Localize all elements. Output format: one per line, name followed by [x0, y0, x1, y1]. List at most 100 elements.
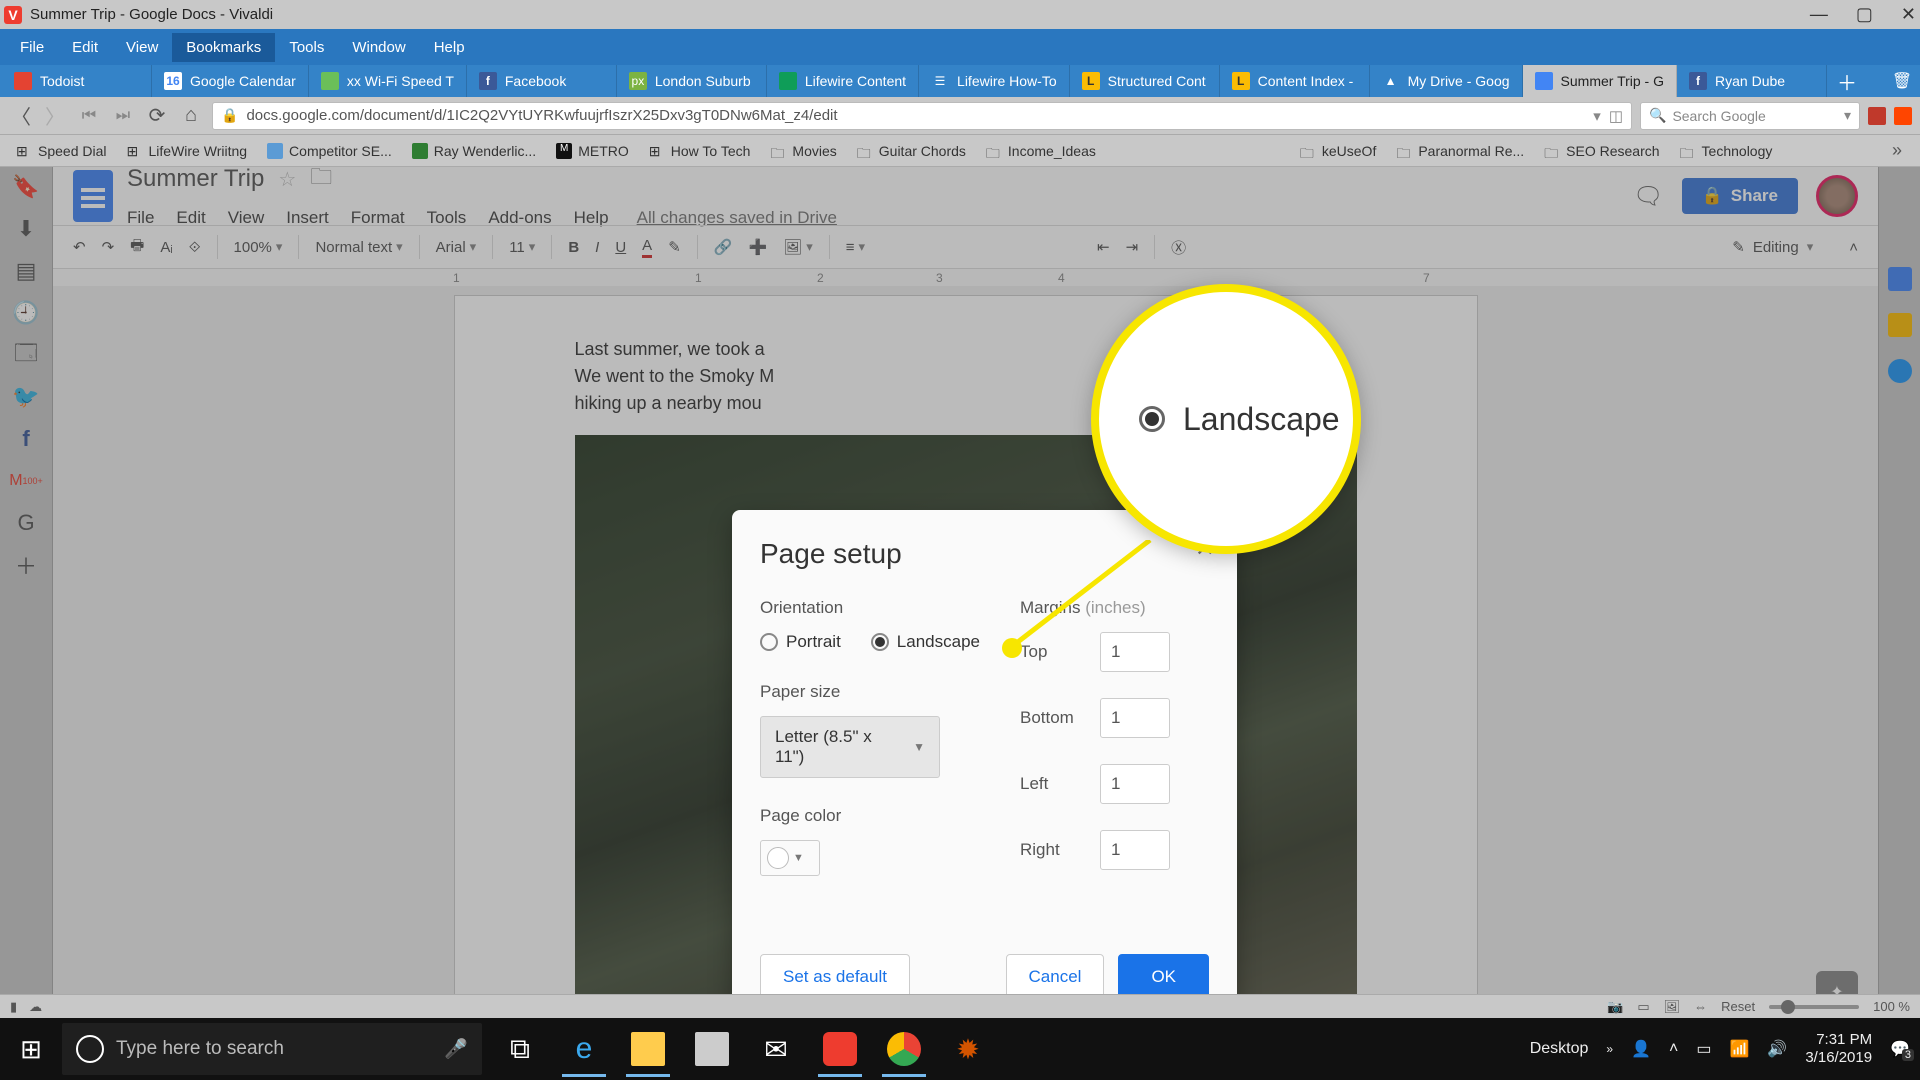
folder-icon: 🗀	[1396, 143, 1412, 159]
fast-forward-button[interactable]: ⏭	[110, 103, 136, 129]
tab-lifewire-howto[interactable]: ☰Lifewire How-To	[919, 65, 1070, 97]
bookmark-item[interactable]: Ray Wenderlic...	[404, 143, 544, 159]
vivaldi-icon: V	[4, 6, 22, 24]
new-tab-button[interactable]: ＋	[1831, 65, 1863, 97]
search-placeholder: Type here to search	[116, 1038, 284, 1060]
menu-bookmarks[interactable]: Bookmarks	[172, 33, 275, 62]
people-icon[interactable]: 👤	[1631, 1039, 1651, 1059]
battery-icon[interactable]: ▭	[1696, 1039, 1711, 1059]
tab-strip: Todoist 16Google Calendar xx Wi-Fi Speed…	[0, 65, 1920, 97]
tab-contentindex[interactable]: LContent Index -	[1220, 65, 1370, 97]
reset-zoom[interactable]: Reset	[1721, 999, 1755, 1014]
bookmark-item[interactable]: Competitor SE...	[259, 143, 400, 159]
explorer-taskbar-icon[interactable]	[620, 1021, 676, 1077]
tray-chevron-icon[interactable]: ˄	[1669, 1040, 1678, 1058]
bookmark-item[interactable]: ⊞LifeWire Wriitng	[119, 143, 256, 159]
forward-button[interactable]: 〉	[42, 103, 68, 129]
app-taskbar-icon[interactable]: ✹	[940, 1021, 996, 1077]
margin-left-input[interactable]	[1100, 764, 1170, 804]
menu-window[interactable]: Window	[338, 33, 419, 62]
tab-london[interactable]: pxLondon Suburb	[617, 65, 767, 97]
bookmark-item[interactable]: ⊞How To Tech	[641, 143, 759, 159]
tray-overflow-icon[interactable]: »	[1606, 1042, 1613, 1056]
close-window-button[interactable]: ✕	[1901, 4, 1916, 25]
papersize-select[interactable]: Letter (8.5" x 11")▼	[760, 716, 940, 778]
margin-top-input[interactable]	[1100, 632, 1170, 672]
tab-ryandube[interactable]: fRyan Dube	[1677, 65, 1827, 97]
search-field[interactable]: 🔍 Search Google ▾	[1640, 102, 1860, 130]
bookmark-item[interactable]: 🗀Guitar Chords	[849, 143, 974, 159]
chrome-taskbar-icon[interactable]	[876, 1021, 932, 1077]
bookmark-item[interactable]: ⊞Speed Dial	[8, 143, 115, 159]
bookmark-item[interactable]: 🗀Movies	[762, 143, 844, 159]
bookmark-item[interactable]: MMETRO	[548, 143, 637, 159]
mail-taskbar-icon[interactable]: ✉	[748, 1021, 804, 1077]
windows-search[interactable]: Type here to search 🎤	[62, 1023, 482, 1075]
site-icon: L	[1232, 72, 1250, 90]
home-button[interactable]: ⌂	[178, 103, 204, 129]
bookmark-item[interactable]: 🗀Technology	[1672, 143, 1781, 159]
action-center-icon[interactable]: 💬3	[1890, 1039, 1910, 1059]
volume-icon[interactable]: 🔊	[1767, 1039, 1787, 1059]
sync-icon[interactable]: ☁	[29, 999, 42, 1015]
tiling-icon[interactable]: ▭	[1637, 999, 1649, 1015]
bookmark-item[interactable]: 🗀keUseOf	[1292, 143, 1384, 159]
panel-toggle-icon[interactable]: ▮	[10, 999, 17, 1015]
capture-icon[interactable]: 📷	[1607, 999, 1623, 1015]
tab-lifewire-content[interactable]: Lifewire Content	[767, 65, 919, 97]
reload-button[interactable]: ⟳	[144, 103, 170, 129]
search-placeholder: Search Google	[1672, 108, 1765, 124]
back-button[interactable]: 〈	[8, 103, 34, 129]
maximize-button[interactable]: ▢	[1856, 4, 1873, 25]
dropdown-icon[interactable]: ▾	[1593, 107, 1601, 125]
bookmark-item[interactable]: 🗀SEO Research	[1536, 143, 1667, 159]
taskview-button[interactable]: ⧉	[492, 1021, 548, 1077]
mic-icon[interactable]: 🎤	[444, 1037, 468, 1061]
tab-structured[interactable]: LStructured Cont	[1070, 65, 1220, 97]
menu-view[interactable]: View	[112, 33, 172, 62]
tab-facebook[interactable]: fFacebook	[467, 65, 617, 97]
images-icon[interactable]: 🖼	[1664, 999, 1681, 1015]
extension-icon[interactable]	[1868, 107, 1886, 125]
reader-icon[interactable]: ◫	[1609, 107, 1623, 125]
pagecolor-select[interactable]: ▼	[760, 840, 820, 876]
desktop-label[interactable]: Desktop	[1530, 1040, 1589, 1058]
bookmark-item[interactable]: 🗀Income_Ideas	[978, 143, 1104, 159]
clock[interactable]: 7:31 PM 3/16/2019	[1805, 1031, 1872, 1067]
margin-bottom-input[interactable]	[1100, 698, 1170, 738]
url-text: docs.google.com/document/d/1IC2Q2VYtUYRK…	[246, 107, 837, 124]
start-button[interactable]: ⊞	[0, 1018, 62, 1080]
margin-right-input[interactable]	[1100, 830, 1170, 870]
site-icon	[412, 143, 428, 159]
store-taskbar-icon[interactable]	[684, 1021, 740, 1077]
dropdown-icon[interactable]: ▾	[1844, 107, 1851, 124]
speeddial-icon: ⊞	[16, 143, 32, 159]
edge-taskbar-icon[interactable]: e	[556, 1021, 612, 1077]
tab-mydrive[interactable]: ▲My Drive - Goog	[1370, 65, 1523, 97]
menu-tools[interactable]: Tools	[275, 33, 338, 62]
landscape-radio[interactable]: Landscape	[871, 632, 980, 652]
menu-edit[interactable]: Edit	[58, 33, 112, 62]
minimize-button[interactable]: —	[1810, 4, 1828, 25]
bookmarks-overflow[interactable]: »	[1882, 140, 1912, 161]
portrait-radio[interactable]: Portrait	[760, 632, 841, 652]
vivaldi-taskbar-icon[interactable]	[812, 1021, 868, 1077]
zoom-slider[interactable]	[1769, 1005, 1859, 1009]
menu-help[interactable]: Help	[420, 33, 479, 62]
extension-icon[interactable]	[1894, 107, 1912, 125]
tab-todoist[interactable]: Todoist	[2, 65, 152, 97]
menu-file[interactable]: File	[6, 33, 58, 62]
folder-icon: 🗀	[986, 143, 1002, 159]
wifi-icon[interactable]: 📶	[1730, 1039, 1750, 1059]
bookmark-item[interactable]	[1108, 143, 1288, 159]
tab-wifi[interactable]: xx Wi-Fi Speed T	[309, 65, 467, 97]
tab-summertrip[interactable]: Summer Trip - G	[1523, 65, 1677, 97]
url-field[interactable]: 🔒 docs.google.com/document/d/1IC2Q2VYtUY…	[212, 102, 1632, 130]
actions-icon[interactable]: ⇔	[1694, 999, 1707, 1014]
search-icon: 🔍	[1649, 107, 1666, 124]
margin-bottom-label: Bottom	[1020, 708, 1100, 728]
closed-tabs-button[interactable]: 🗑	[1886, 65, 1918, 97]
rewind-button[interactable]: ⏮	[76, 103, 102, 129]
tab-gcal[interactable]: 16Google Calendar	[152, 65, 309, 97]
bookmark-item[interactable]: 🗀Paranormal Re...	[1388, 143, 1532, 159]
